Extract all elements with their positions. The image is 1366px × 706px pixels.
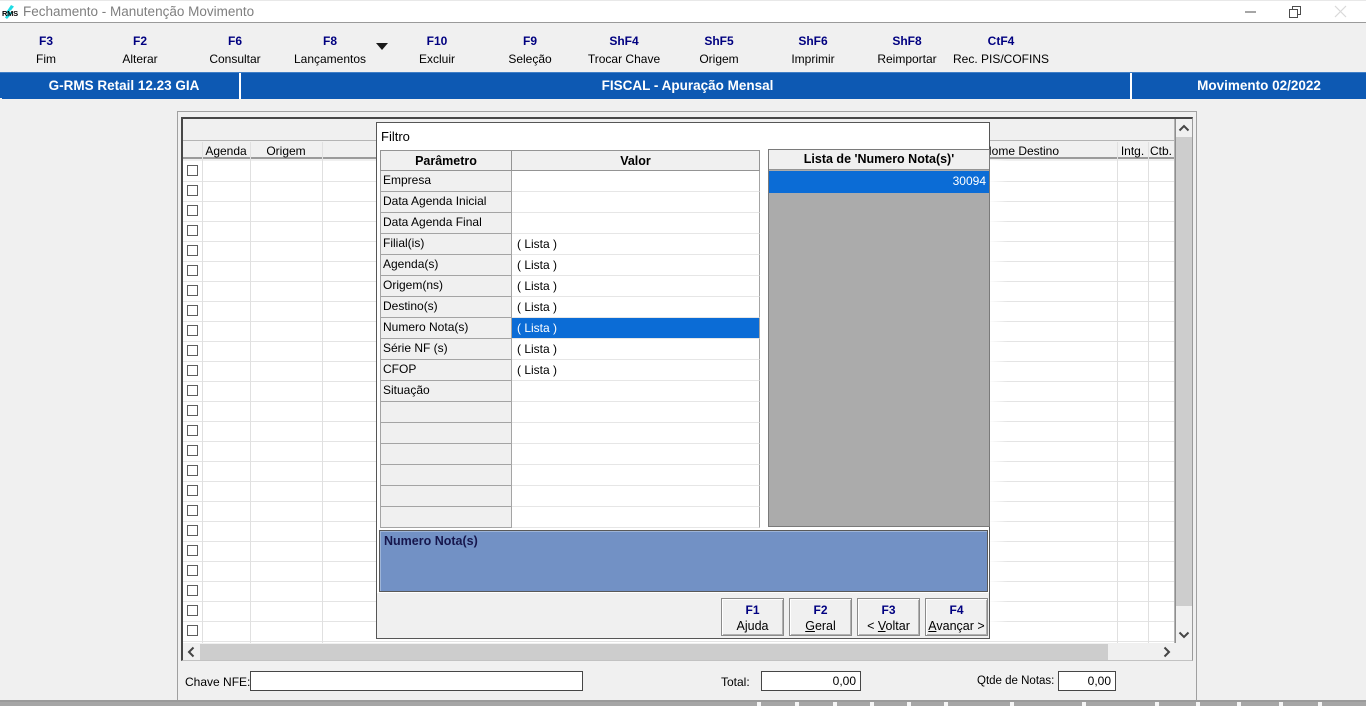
svg-text:RMS: RMS xyxy=(2,9,18,18)
